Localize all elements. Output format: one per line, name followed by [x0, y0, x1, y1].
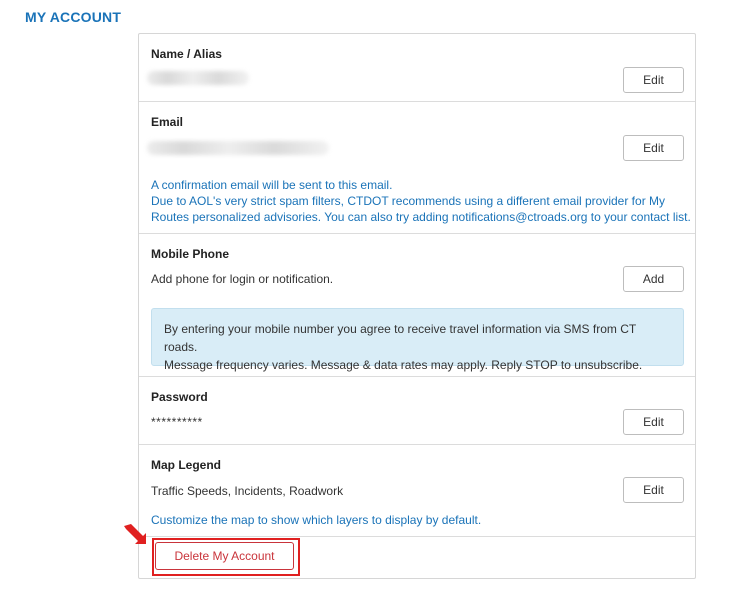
- edit-name-button[interactable]: Edit: [623, 67, 684, 93]
- email-aol-note-line1: Due to AOL's very strict spam filters, C…: [151, 194, 666, 208]
- mobile-phone-label: Mobile Phone: [151, 247, 229, 261]
- password-value: **********: [151, 415, 203, 429]
- map-legend-section: Map Legend Traffic Speeds, Incidents, Ro…: [139, 445, 695, 537]
- email-value-redacted: [147, 141, 329, 155]
- account-card: Name / Alias Edit Email Edit A confirmat…: [138, 33, 696, 579]
- edit-password-button[interactable]: Edit: [623, 409, 684, 435]
- name-label: Name / Alias: [151, 47, 222, 61]
- sms-consent-line2: Message frequency varies. Message & data…: [164, 358, 643, 372]
- email-confirmation-note: A confirmation email will be sent to thi…: [151, 178, 393, 192]
- password-label: Password: [151, 390, 208, 404]
- add-phone-button[interactable]: Add: [623, 266, 684, 292]
- name-value-redacted: [147, 71, 249, 85]
- mobile-phone-section: Mobile Phone Add phone for login or noti…: [139, 234, 695, 377]
- name-section: Name / Alias Edit: [139, 34, 695, 102]
- customize-map-link[interactable]: Customize the map to show which layers t…: [151, 513, 481, 527]
- map-legend-value: Traffic Speeds, Incidents, Roadwork: [151, 484, 344, 498]
- page-title: MY ACCOUNT: [25, 9, 122, 25]
- email-section: Email Edit A confirmation email will be …: [139, 102, 695, 234]
- sms-consent-info-box: By entering your mobile number you agree…: [151, 308, 684, 372]
- mobile-phone-value: Add phone for login or notification.: [151, 272, 334, 286]
- password-section: Password ********** Edit: [139, 377, 695, 445]
- delete-account-button[interactable]: Delete My Account: [155, 542, 294, 570]
- edit-email-button[interactable]: Edit: [623, 135, 684, 161]
- sms-consent-line1: By entering your mobile number you agree…: [164, 322, 636, 354]
- email-aol-note-line2: Routes personalized advisories. You can …: [151, 210, 691, 224]
- email-label: Email: [151, 115, 184, 129]
- map-legend-label: Map Legend: [151, 458, 222, 472]
- red-arrow-icon: [124, 524, 146, 544]
- edit-map-legend-button[interactable]: Edit: [623, 477, 684, 503]
